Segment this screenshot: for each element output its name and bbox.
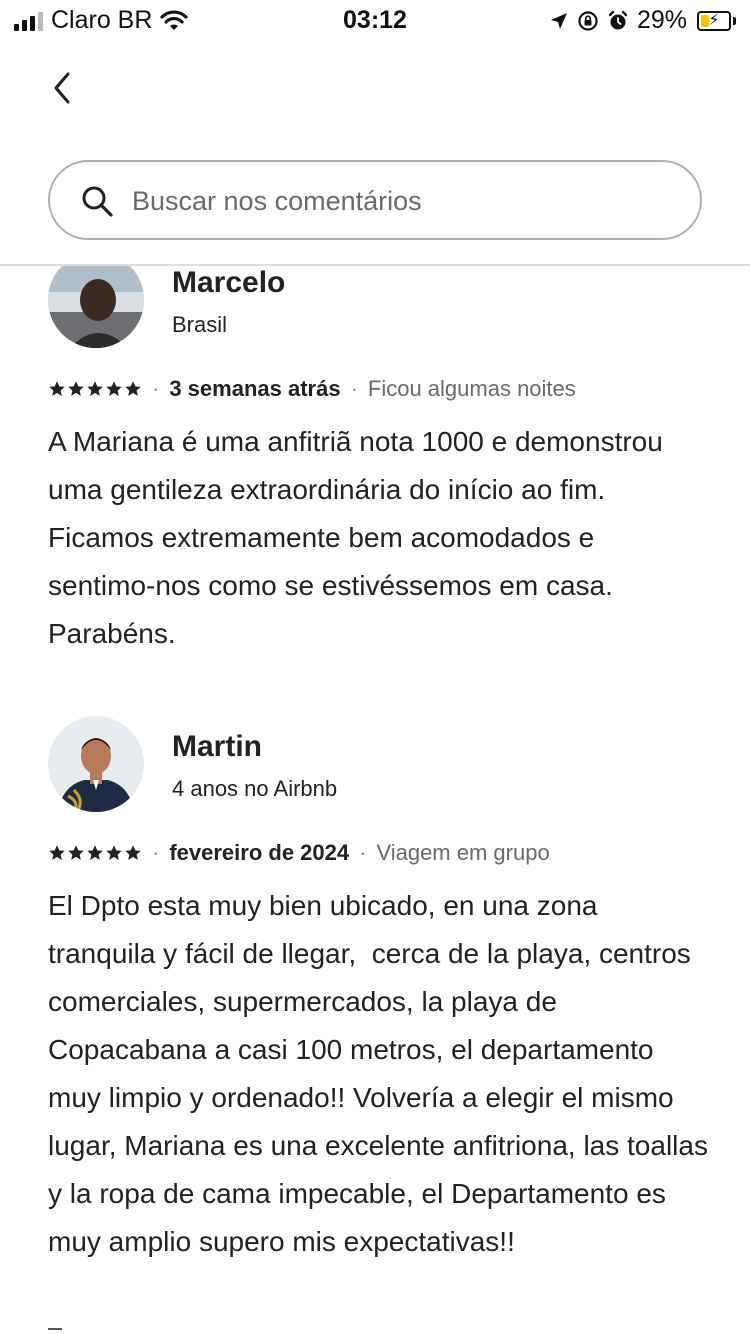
star-icon [87,845,103,860]
star-icon [125,381,141,396]
charging-bolt-icon: ⚡ [708,11,720,29]
star-icon [68,381,84,396]
review-date: 3 semanas atrás [169,376,341,401]
search-bar[interactable] [48,160,702,240]
review-text: A Mariana é uma anfitriã nota 1000 e dem… [48,426,671,649]
status-bar: Claro BR 03:12 29% ⚡ [0,0,750,42]
alarm-icon [608,10,628,29]
avatar[interactable] [48,266,144,348]
avatar-photo [48,716,144,812]
review-meta: · fevereiro de 2024 · Viagem em grupo [48,840,550,866]
star-icon [49,381,65,396]
battery-percentage: 29% [636,6,687,34]
reviewer-name: Martin [172,730,262,763]
battery-icon: ⚡ [697,10,731,31]
avatar-photo [48,266,144,348]
star-rating [48,380,142,398]
meta-separator: · [359,840,367,865]
star-icon [49,845,65,860]
orientation-lock-icon [578,10,598,31]
reviews-list[interactable]: Marcelo Brasil · 3 semanas atrás · Ficou… [0,266,750,1334]
star-icon [106,381,122,396]
search-icon [82,186,113,217]
battery-cap [733,16,736,25]
back-button[interactable] [44,66,84,110]
stay-type: Viagem em grupo [376,840,550,865]
star-icon [125,845,141,860]
chevron-left-icon [54,72,70,104]
star-rating [48,844,142,862]
meta-separator: · [152,376,160,401]
reviewer-location: Brasil [172,312,228,337]
avatar[interactable] [48,716,144,812]
review-date: fevereiro de 2024 [169,840,350,865]
star-icon [68,845,84,860]
search-input[interactable] [130,172,674,230]
meta-separator: · [152,840,160,865]
review-text: El Dpto esta muy bien ubicado, en una zo… [48,890,716,1257]
review-meta: · 3 semanas atrás · Ficou algumas noites [48,376,576,402]
reviewer-tenure: 4 anos no Airbnb [172,776,338,801]
meta-separator: · [350,376,358,401]
next-review-hint [48,1328,62,1330]
stay-type: Ficou algumas noites [367,376,576,401]
location-arrow-icon [550,12,567,29]
reviewer-name: Marcelo [172,266,286,299]
status-right: 29% ⚡ [549,6,736,35]
star-icon [87,381,103,396]
star-icon [106,845,122,860]
